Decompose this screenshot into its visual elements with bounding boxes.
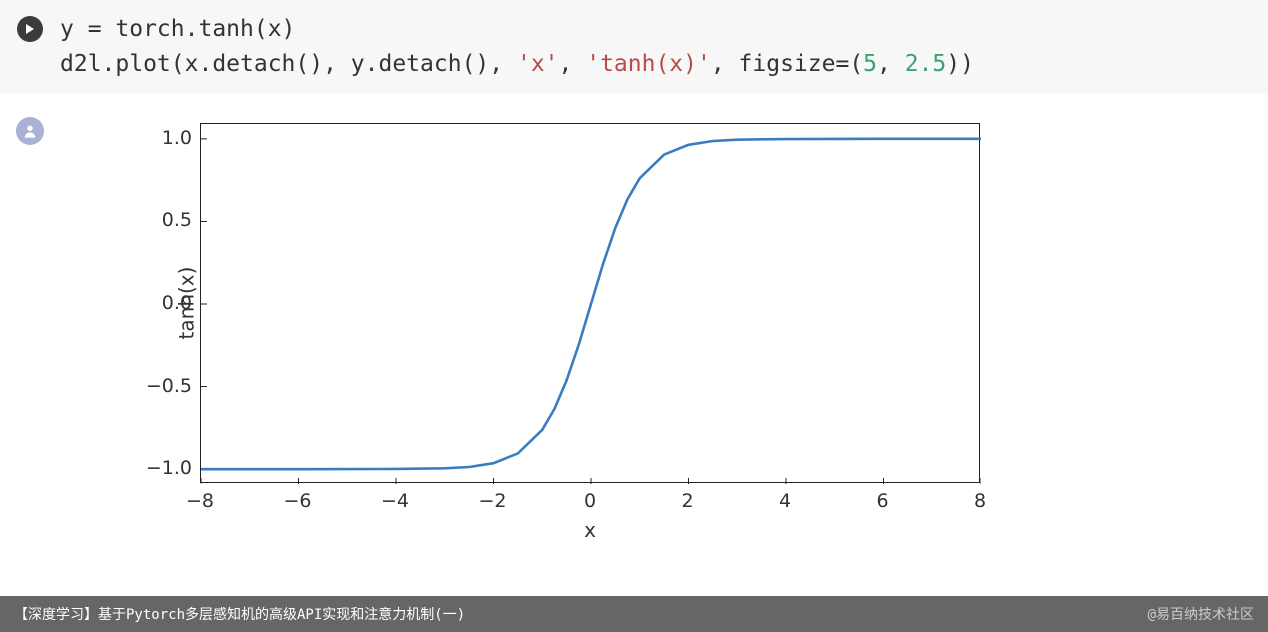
ytick-label: 0.5 — [136, 209, 192, 231]
plot: tanh(x) x −8−6−4−202468−1.0−0.50.00.51.0 — [120, 113, 1020, 553]
string-tanhx: 'tanh(x)' — [586, 51, 711, 77]
footer-watermark: @易百纳技术社区 — [1148, 604, 1254, 624]
cell-gutter — [0, 12, 60, 81]
user-icon — [22, 123, 38, 139]
string-x: 'x' — [517, 51, 559, 77]
ytick-label: 0.0 — [136, 292, 192, 314]
code-line-2-prefix: d2l.plot(x.detach(), y.detach(), — [60, 51, 517, 77]
xtick-label: 2 — [681, 490, 693, 512]
paren-close: )) — [946, 51, 974, 77]
ytick-label: −0.5 — [136, 375, 192, 397]
num-2p5: 2.5 — [905, 51, 947, 77]
xtick-label: −2 — [478, 490, 506, 512]
footer-title: 【深度学习】基于Pytorch多层感知机的高级API实现和注意力机制(一) — [14, 604, 465, 624]
num-5: 5 — [863, 51, 877, 77]
run-button[interactable] — [17, 16, 43, 42]
comma-1: , — [559, 51, 587, 77]
avatar — [16, 117, 44, 145]
xlabel: x — [200, 518, 980, 542]
plot-svg — [201, 124, 981, 484]
xtick-label: 0 — [584, 490, 596, 512]
xtick-label: −4 — [381, 490, 409, 512]
code-line-1: y = torch.tanh(x) — [60, 16, 295, 42]
code-body[interactable]: y = torch.tanh(x) d2l.plot(x.detach(), y… — [60, 12, 1268, 81]
ytick-label: −1.0 — [136, 457, 192, 479]
plot-frame — [200, 123, 980, 483]
play-icon — [24, 23, 36, 35]
series-line — [201, 139, 981, 469]
xtick-label: −8 — [186, 490, 214, 512]
xtick-label: 6 — [876, 490, 888, 512]
output-gutter — [0, 113, 60, 553]
comma-2: , — [877, 51, 905, 77]
plot-wrap: tanh(x) x −8−6−4−202468−1.0−0.50.00.51.0 — [60, 113, 1020, 553]
footer-bar: 【深度学习】基于Pytorch多层感知机的高级API实现和注意力机制(一) @易… — [0, 596, 1268, 632]
figsize-text: , figsize=( — [711, 51, 863, 77]
output-cell: tanh(x) x −8−6−4−202468−1.0−0.50.00.51.0 — [0, 93, 1268, 553]
ytick-label: 1.0 — [136, 127, 192, 149]
code-cell: y = torch.tanh(x) d2l.plot(x.detach(), y… — [0, 0, 1268, 93]
xtick-label: 4 — [779, 490, 791, 512]
xtick-label: 8 — [974, 490, 986, 512]
xtick-label: −6 — [283, 490, 311, 512]
